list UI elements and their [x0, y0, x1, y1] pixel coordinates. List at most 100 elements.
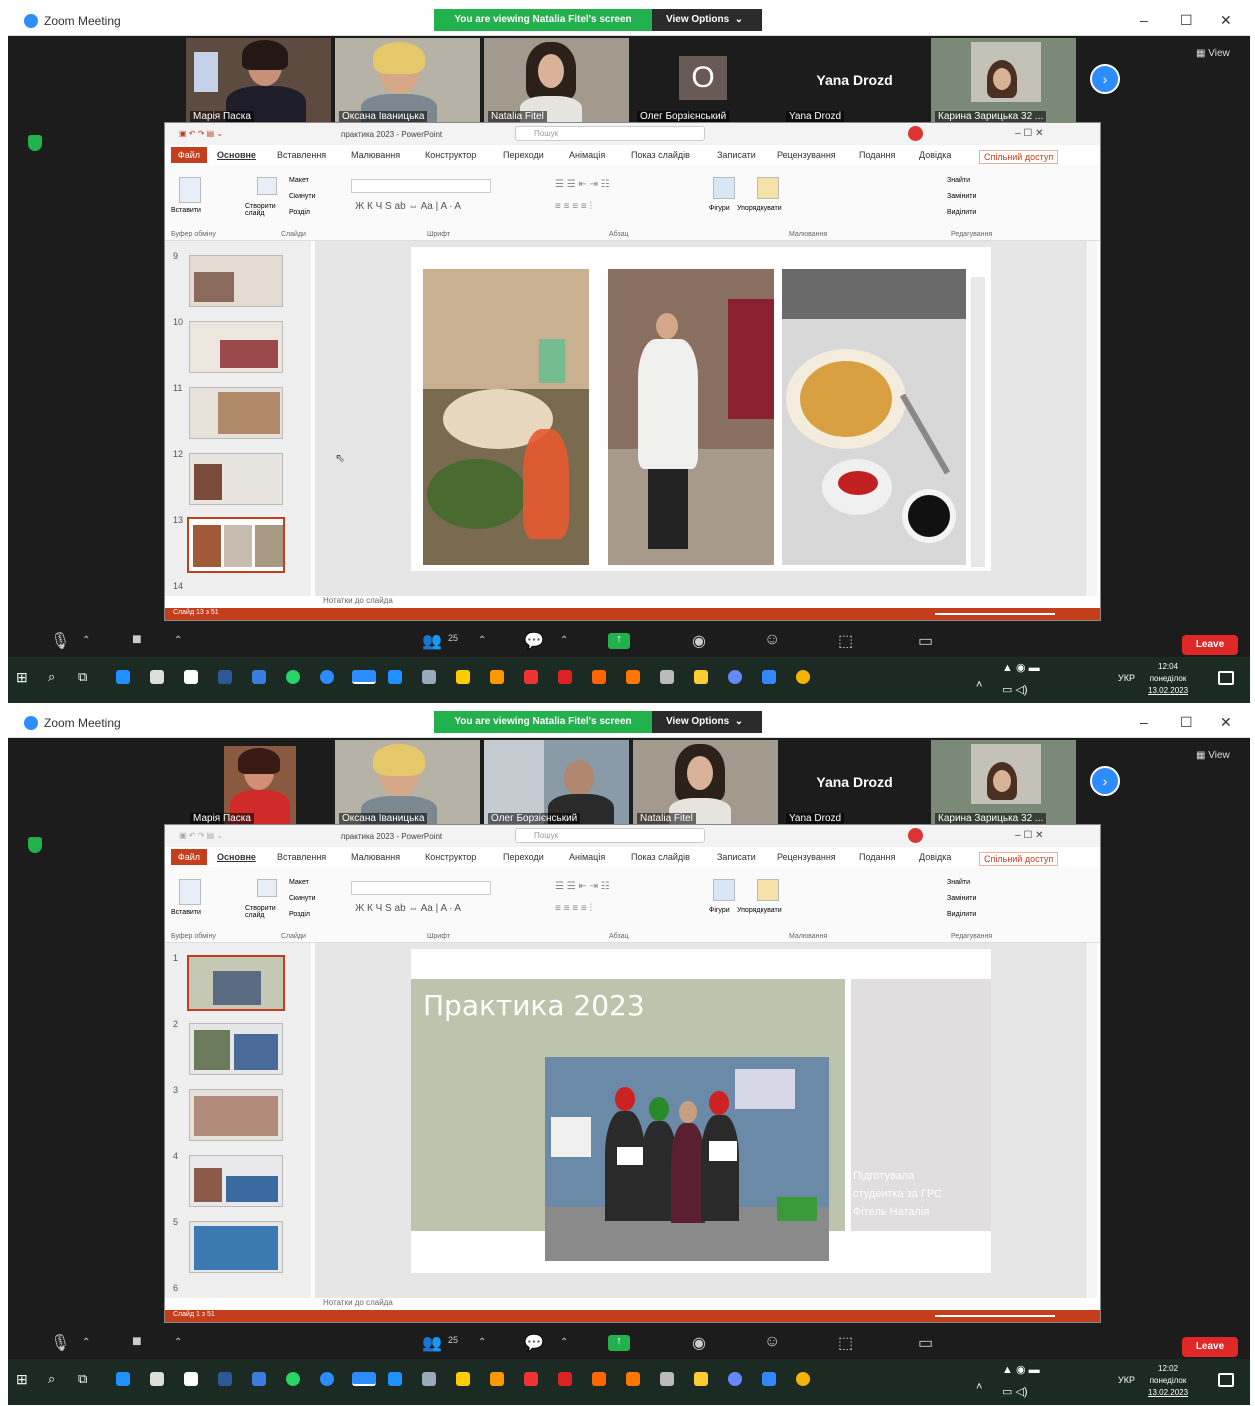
whiteboard-icon[interactable]: ▭ [918, 631, 933, 651]
participants-options-icon[interactable]: ⌃ [478, 1337, 486, 1348]
whatsapp-icon[interactable] [286, 1372, 300, 1386]
new-slide-icon[interactable] [257, 879, 277, 897]
app-icon[interactable] [456, 1372, 470, 1386]
leave-button[interactable]: Leave [1182, 635, 1238, 655]
slide-thumbnail[interactable] [189, 1023, 283, 1075]
reactions-icon[interactable]: ☺ [764, 1333, 780, 1351]
tab-design[interactable]: Конструктор [425, 852, 476, 862]
tab-transitions[interactable]: Переходи [503, 150, 544, 160]
chrome-icon[interactable] [796, 670, 810, 684]
minimize-icon[interactable]: – [1140, 714, 1148, 730]
participant-tile[interactable]: Yana Drozd Yana Drozd [782, 38, 927, 124]
replace-button[interactable]: Замінити [947, 895, 976, 902]
select-button[interactable]: Виділити [947, 911, 976, 918]
shapes-icon[interactable] [713, 177, 735, 199]
app-icon[interactable] [626, 670, 640, 684]
app-icon[interactable] [388, 670, 402, 684]
font-name-select[interactable] [351, 179, 491, 193]
participant-video[interactable]: Оксана Іваницька [335, 740, 480, 826]
microphone-muted-icon[interactable]: 🎙 [50, 1333, 70, 1353]
tab-home[interactable]: Основне [217, 150, 256, 160]
app-icon[interactable] [592, 670, 606, 684]
tray-icons[interactable]: ▲ ◉ ▬ [1002, 1363, 1040, 1376]
app-icon[interactable] [660, 1372, 674, 1386]
paragraph-buttons[interactable]: ☰ ☰ ⇤ ⇥ ☷ [555, 881, 610, 892]
arrange-icon[interactable] [757, 177, 779, 199]
app-icon[interactable] [252, 670, 266, 684]
tab-record[interactable]: Записати [717, 150, 756, 160]
zoom-taskbar-icon[interactable] [352, 1372, 376, 1386]
search-icon[interactable]: ⌕ [48, 669, 55, 685]
app-icon[interactable] [728, 670, 742, 684]
paste-icon[interactable] [179, 879, 201, 905]
video-camera-off-icon[interactable]: ■ [132, 1333, 142, 1351]
slide-thumbnail[interactable] [189, 1089, 283, 1141]
app-icon[interactable] [728, 1372, 742, 1386]
ppt-window-controls[interactable]: – ☐ ✕ [1015, 830, 1043, 841]
slide-thumbnail[interactable] [189, 321, 283, 373]
clock[interactable]: 12:04 понеділок 13.02.2023 [1148, 661, 1188, 697]
user-avatar[interactable] [908, 126, 923, 141]
tab-review[interactable]: Рецензування [777, 150, 836, 160]
leave-button[interactable]: Leave [1182, 1337, 1238, 1357]
layout-button[interactable]: Макет [289, 879, 309, 886]
tab-file[interactable]: Файл [171, 849, 207, 865]
view-options-button[interactable]: View Options ⌄ [652, 9, 762, 31]
slide-subtitle-line[interactable]: Фітель Наталія [853, 1203, 942, 1221]
slide-thumbnail[interactable] [189, 255, 283, 307]
align-buttons[interactable]: ≡ ≡ ≡ ≡ ⫶ [555, 903, 592, 914]
chat-options-icon[interactable]: ⌃ [560, 1337, 568, 1348]
participant-video[interactable]: Марія Паска [186, 740, 331, 826]
participant-tile[interactable]: Yana Drozd Yana Drozd [782, 740, 927, 826]
app-icon[interactable] [388, 1372, 402, 1386]
microphone-muted-icon[interactable]: 🎙 [50, 631, 70, 651]
app-icon[interactable] [626, 1372, 640, 1386]
maximize-icon[interactable]: ☐ [1180, 12, 1193, 29]
tab-slideshow[interactable]: Показ слайдів [631, 150, 690, 160]
app-icon[interactable] [422, 1372, 436, 1386]
food-photo[interactable] [423, 269, 589, 565]
participant-tile[interactable]: О Олег Борзієнський [633, 38, 778, 124]
participant-video[interactable]: Карина Зарицька 32 ... [931, 740, 1076, 826]
tray-icons[interactable]: ▲ ◉ ▬ [1002, 661, 1040, 674]
video-camera-icon[interactable]: ■ [132, 631, 142, 649]
new-slide-icon[interactable] [257, 177, 277, 195]
participant-video[interactable]: Карина Зарицька 32 ... [931, 38, 1076, 124]
apps-icon[interactable]: ⬚ [838, 1333, 853, 1353]
chevron-up-icon[interactable]: ˄ [976, 1381, 982, 1393]
tab-draw[interactable]: Малювання [351, 150, 400, 160]
user-avatar[interactable] [908, 828, 923, 843]
app-icon[interactable] [694, 670, 708, 684]
maximize-icon[interactable]: ☐ [1180, 714, 1193, 731]
ppt-window-controls[interactable]: – ☐ ✕ [1015, 128, 1043, 139]
slide-editor[interactable]: ⇖ [315, 241, 1085, 596]
app-icon[interactable] [592, 1372, 606, 1386]
tab-insert[interactable]: Вставлення [277, 150, 326, 160]
app-icon[interactable] [660, 670, 674, 684]
find-button[interactable]: Знайти [947, 879, 970, 886]
chat-icon[interactable]: 💬 [524, 1333, 544, 1353]
pasta-photo[interactable] [782, 269, 966, 565]
tab-help[interactable]: Довідка [919, 852, 951, 862]
participant-video[interactable]: Олег Борзієнський [484, 740, 629, 826]
search-input[interactable]: Пошук [515, 126, 705, 141]
notification-icon[interactable] [1218, 1373, 1234, 1387]
section-button[interactable]: Розділ [289, 911, 310, 918]
task-view-icon[interactable]: ⧉ [78, 1371, 87, 1387]
slide-thumbnail[interactable] [189, 1155, 283, 1207]
chrome-icon[interactable] [796, 1372, 810, 1386]
whiteboard-icon[interactable]: ▭ [918, 1333, 933, 1353]
video-options-icon[interactable]: ⌃ [174, 1337, 182, 1348]
vertical-scrollbar[interactable] [1085, 943, 1097, 1298]
replace-button[interactable]: Замінити [947, 193, 976, 200]
select-button[interactable]: Виділити [947, 209, 976, 216]
view-button[interactable]: ▦ View [1196, 48, 1230, 59]
windows-start-icon[interactable]: ⊞ [16, 669, 28, 686]
slide-title[interactable]: Практика 2023 [423, 989, 645, 1022]
app-icon[interactable] [490, 1372, 504, 1386]
app-icon[interactable] [694, 1372, 708, 1386]
language-indicator[interactable]: УКР [1118, 1375, 1135, 1385]
participant-video[interactable]: Natalia Fitel [633, 740, 778, 826]
close-icon[interactable]: ✕ [1220, 12, 1232, 29]
app-icon[interactable] [762, 1372, 776, 1386]
